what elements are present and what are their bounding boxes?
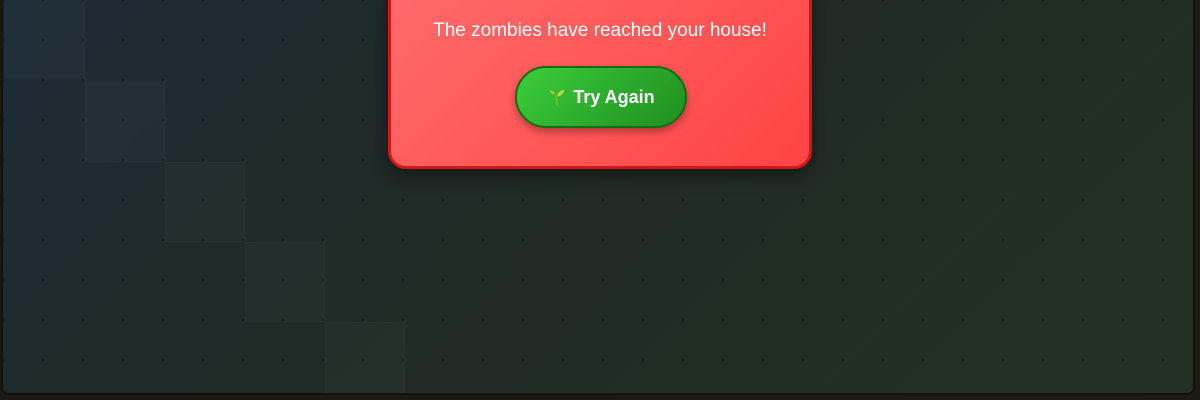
lawn-tile (5, 0, 85, 78)
try-again-label: Try Again (573, 86, 655, 107)
try-again-button[interactable]: Try Again (515, 66, 687, 128)
game-over-message: The zombies have reached your house! (433, 20, 767, 41)
lawn-tile (325, 322, 405, 393)
sprout-icon (547, 86, 567, 106)
lawn-tile (85, 82, 165, 162)
game-over-modal: The zombies have reached your house! Try… (388, 0, 812, 169)
lawn-tile (165, 162, 245, 242)
lawn-tile (245, 242, 325, 322)
